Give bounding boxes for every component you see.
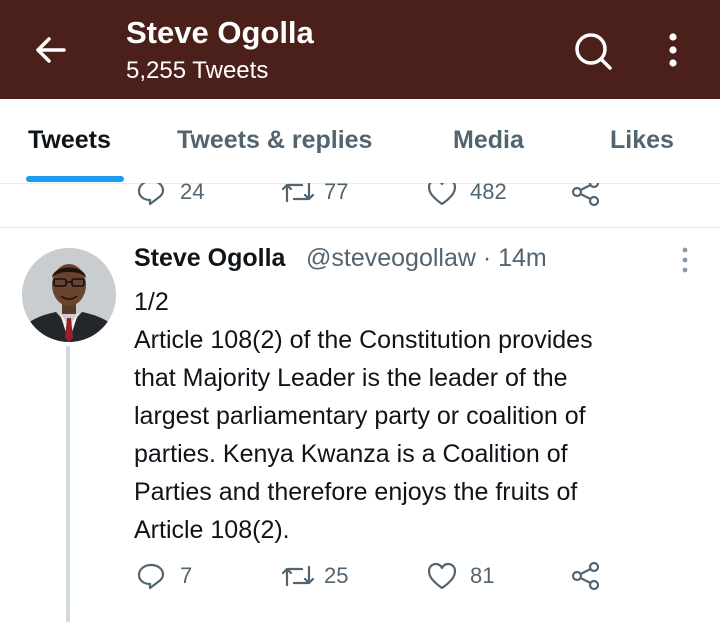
previous-tweet-actions: 24 77 482 <box>0 183 720 228</box>
share-icon <box>570 183 602 207</box>
tweet-line: Parties and therefore enjoys the fruits … <box>134 478 578 506</box>
share-icon <box>570 561 602 591</box>
avatar[interactable] <box>22 248 116 342</box>
tweet-line: largest parliamentary party or coalition… <box>134 402 586 430</box>
like-count: 482 <box>470 183 507 204</box>
retweet-icon <box>280 561 316 591</box>
tweet-line: 1/2 <box>134 288 169 316</box>
more-vertical-icon[interactable] <box>676 246 694 274</box>
tweet-line: Article 108(2) of the Constitution provi… <box>134 326 593 354</box>
reply-icon <box>136 183 166 207</box>
retweet-button[interactable]: 77 <box>280 183 348 207</box>
reply-count: 7 <box>180 563 193 588</box>
reply-button[interactable]: 24 <box>136 183 204 207</box>
tab-likes[interactable]: Likes <box>610 126 674 155</box>
tweet-author-handle-time: @steveogollaw · 14m <box>306 244 547 272</box>
retweet-count: 77 <box>324 183 349 204</box>
tweet-line: parties. Kenya Kwanza is a Coalition of <box>134 440 568 468</box>
tweet-line: Article 108(2). <box>134 516 290 544</box>
profile-name: Steve Ogolla <box>126 15 314 50</box>
more-vertical-icon[interactable] <box>656 30 690 70</box>
like-button[interactable]: 482 <box>426 183 507 207</box>
share-button[interactable] <box>570 561 602 591</box>
profile-header: Steve Ogolla 5,255 Tweets <box>0 0 720 99</box>
reply-count: 24 <box>180 183 205 204</box>
tab-tweets-replies[interactable]: Tweets & replies <box>177 126 372 155</box>
retweet-button[interactable]: 25 <box>280 561 348 591</box>
tweet-count: 5,255 Tweets <box>126 57 269 84</box>
reply-button[interactable]: 7 <box>136 561 192 591</box>
like-button[interactable]: 81 <box>426 561 494 591</box>
reply-icon <box>136 561 166 591</box>
like-count: 81 <box>470 563 495 588</box>
thread-line <box>66 346 70 622</box>
tab-media[interactable]: Media <box>453 126 524 155</box>
tweet-text: 1/2 Article 108(2) of the Constitution p… <box>134 283 694 549</box>
heart-icon <box>426 561 458 591</box>
tab-tweets[interactable]: Tweets <box>28 126 111 155</box>
heart-icon <box>426 183 458 207</box>
tweet-author-name[interactable]: Steve Ogolla <box>134 244 285 273</box>
profile-tabs: Tweets Tweets & replies Media Likes <box>0 99 720 184</box>
active-tab-indicator <box>26 176 124 182</box>
share-button[interactable] <box>570 183 602 207</box>
tweet-line: that Majority Leader is the leader of th… <box>134 364 568 392</box>
arrow-left-icon[interactable] <box>30 30 70 70</box>
search-icon[interactable] <box>570 28 616 74</box>
retweet-icon <box>280 183 316 207</box>
retweet-count: 25 <box>324 563 349 588</box>
